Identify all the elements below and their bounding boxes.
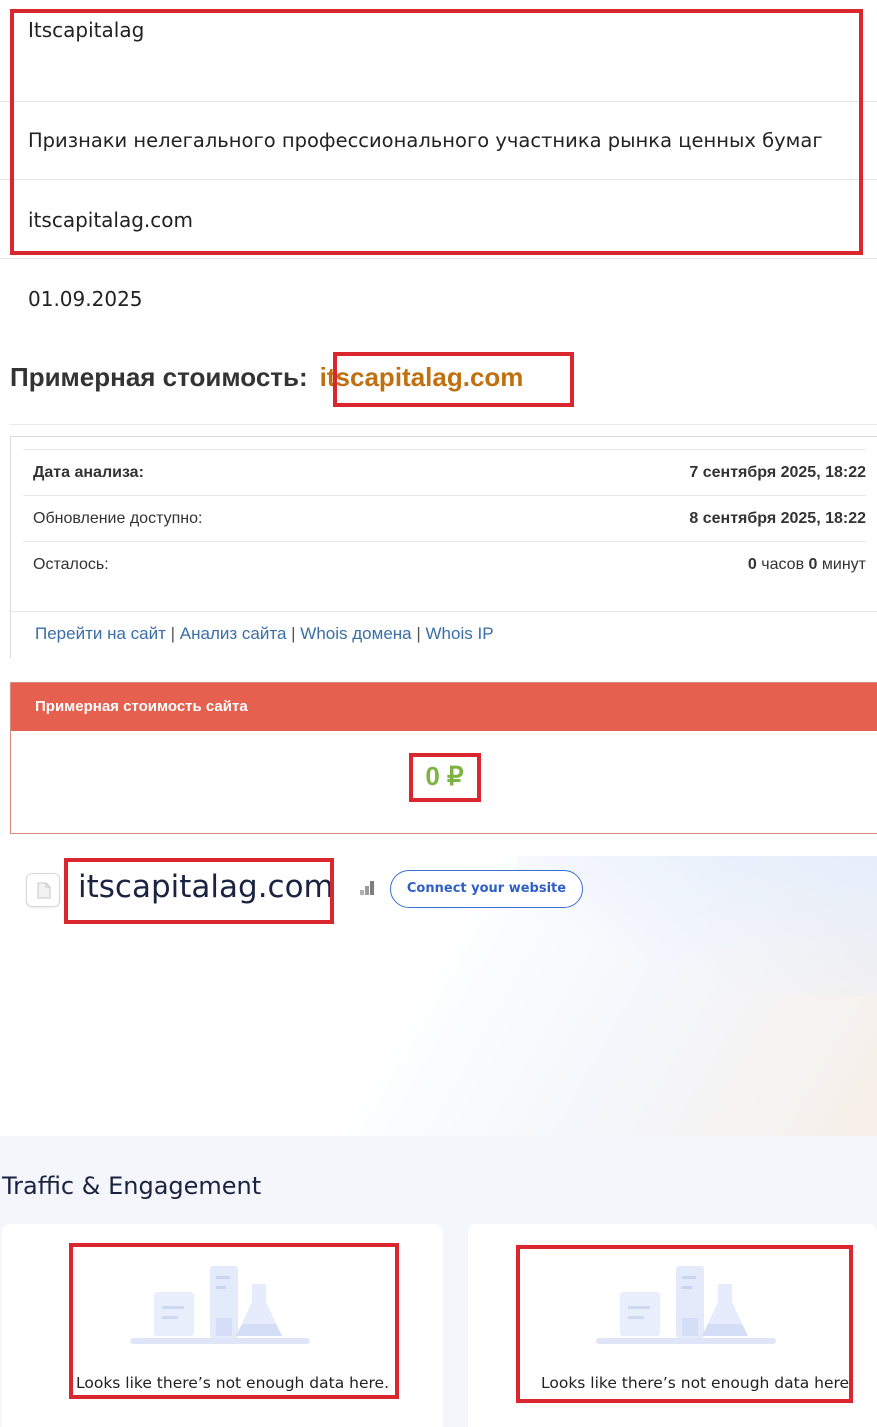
analysis-row-remaining: Осталось: 0 часов 0 минут — [23, 541, 866, 587]
company-domain: itscapitalag.com — [28, 208, 193, 232]
divider — [11, 611, 877, 612]
link-go-to-site[interactable]: Перейти на сайт — [35, 624, 166, 643]
site-cost-title: Примерная стоимость сайта — [11, 683, 877, 731]
info-row-date: 01.09.2025 — [0, 259, 877, 339]
site-favicon — [26, 873, 60, 907]
link-whois-ip[interactable]: Whois IP — [426, 624, 494, 643]
cost-heading-domain[interactable]: itscapitalag.com — [320, 362, 524, 392]
connect-website-button[interactable]: Connect your website — [390, 870, 583, 908]
file-icon — [37, 882, 51, 899]
cost-heading: Примерная стоимость: itscapitalag.com — [10, 362, 523, 393]
empty-state-message: Looks like there’s not enough data here. — [76, 1374, 390, 1392]
analysis-date-value: 7 сентября 2025, 18:22 — [689, 464, 866, 481]
update-available-value: 8 сентября 2025, 18:22 — [689, 510, 866, 527]
update-available-label: Обновление доступно: — [33, 510, 203, 527]
rank-bars-icon — [360, 881, 374, 895]
traffic-card: Looks like there’s not enough data here. — [2, 1224, 443, 1427]
site-links: Перейти на сайт | Анализ сайта | Whois д… — [35, 624, 494, 644]
remaining-minutes-unit: минут — [821, 556, 866, 573]
remaining-hours: 0 — [747, 556, 757, 573]
lab-flasks-illustration — [596, 1266, 776, 1344]
link-site-analysis[interactable]: Анализ сайта — [180, 624, 287, 643]
remaining-value: 0 часов 0 минут — [748, 556, 866, 574]
warning-reason: Признаки нелегального профессионального … — [28, 129, 823, 152]
listing-date: 01.09.2025 — [28, 287, 143, 311]
remaining-label: Осталось: — [33, 556, 109, 573]
info-row-reason: Признаки нелегального профессионального … — [0, 102, 877, 180]
site-cost-value: 0 ₽ — [425, 761, 464, 791]
site-cost-panel: Примерная стоимость сайта 0 ₽ — [10, 682, 877, 834]
link-separator: | — [416, 624, 421, 643]
lab-flasks-illustration — [130, 1266, 310, 1344]
link-whois-domain[interactable]: Whois домена — [300, 624, 411, 643]
analysis-date-label: Дата анализа: — [33, 464, 144, 481]
link-separator: | — [170, 624, 176, 643]
info-row-domain: itscapitalag.com — [0, 180, 877, 259]
divider — [10, 424, 877, 425]
analysis-table: Дата анализа: 7 сентября 2025, 18:22 Обн… — [10, 436, 877, 658]
cost-heading-label: Примерная стоимость: — [10, 362, 308, 392]
site-card-domain: itscapitalag.com — [78, 869, 334, 905]
analysis-row-update: Обновление доступно: 8 сентября 2025, 18… — [23, 495, 866, 541]
company-name: Itscapitalag — [28, 18, 145, 42]
link-separator: | — [291, 624, 296, 643]
info-row-name: Itscapitalag — [0, 0, 877, 102]
remaining-minutes: 0 — [808, 556, 818, 573]
traffic-title: Traffic & Engagement — [2, 1172, 262, 1200]
analysis-row-date: Дата анализа: 7 сентября 2025, 18:22 — [23, 449, 866, 495]
traffic-card: Looks like there’s not enough data here. — [468, 1224, 877, 1427]
empty-state-message: Looks like there’s not enough data here. — [541, 1374, 855, 1392]
remaining-hours-unit: часов — [761, 556, 805, 573]
